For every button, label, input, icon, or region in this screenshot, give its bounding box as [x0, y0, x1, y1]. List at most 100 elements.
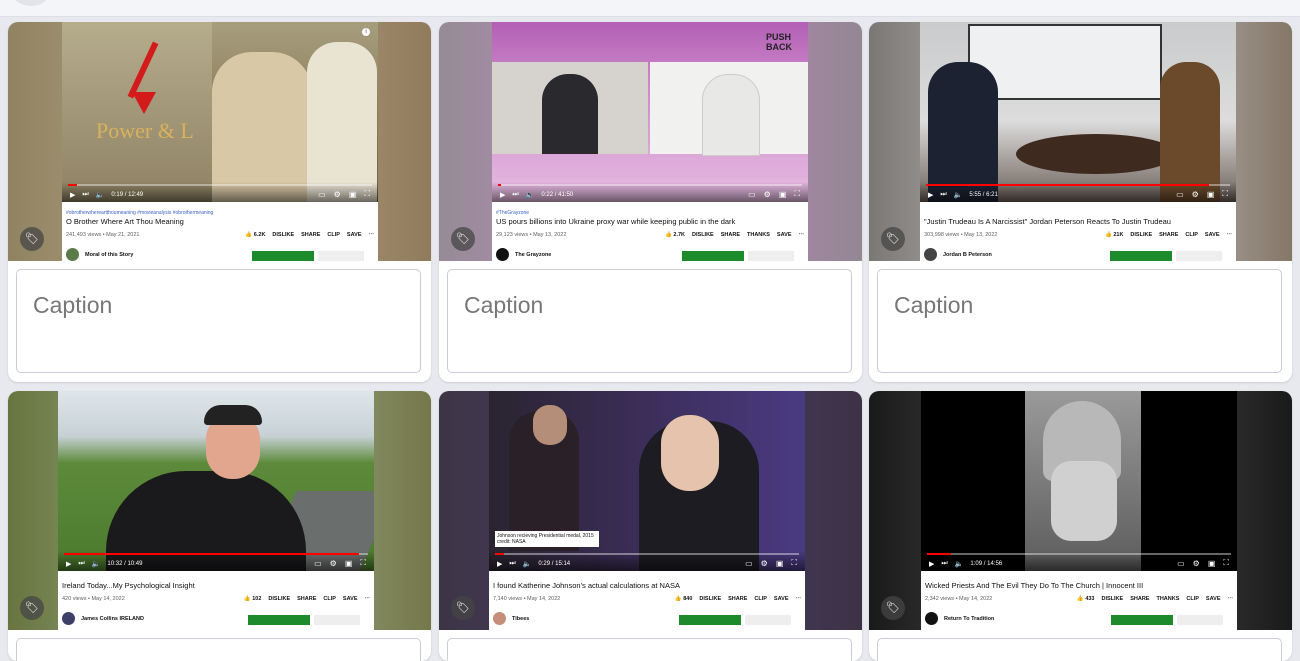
clip-button[interactable]: CLIP: [754, 596, 767, 602]
play-icon[interactable]: ▶: [70, 191, 75, 199]
progress-bar[interactable]: [64, 553, 368, 555]
channel-name[interactable]: Moral of this Story: [85, 252, 133, 258]
clip-button[interactable]: CLIP: [323, 596, 336, 602]
caption-input[interactable]: [16, 638, 421, 661]
next-icon[interactable]: ⏭: [509, 560, 515, 568]
channel-avatar[interactable]: [496, 248, 509, 261]
channel-name[interactable]: The Grayzone: [515, 252, 551, 258]
fullscreen-icon[interactable]: ⛶: [791, 558, 797, 568]
fullscreen-icon[interactable]: ⛶: [360, 558, 366, 568]
channel-name[interactable]: Jordan B Peterson: [943, 252, 992, 258]
dislike-button[interactable]: DISLIKE: [692, 232, 714, 238]
dislike-button[interactable]: DISLIKE: [272, 232, 294, 238]
miniplayer-icon[interactable]: ▣: [779, 190, 787, 199]
gear-icon[interactable]: ⚙: [1193, 559, 1200, 568]
like-button[interactable]: 👍 2.7K: [665, 232, 685, 238]
save-button[interactable]: SAVE: [777, 232, 792, 238]
channel-avatar[interactable]: [66, 248, 79, 261]
like-button[interactable]: 👍 433: [1077, 596, 1095, 602]
more-icon[interactable]: ⋯: [365, 596, 371, 602]
share-button[interactable]: SHARE: [728, 596, 747, 602]
miniplayer-icon[interactable]: ▣: [776, 559, 784, 568]
tag-icon[interactable]: 🏷: [451, 227, 475, 251]
dislike-button[interactable]: DISLIKE: [699, 596, 721, 602]
share-button[interactable]: SHARE: [297, 596, 316, 602]
tag-icon[interactable]: 🏷: [20, 227, 44, 251]
hashtags[interactable]: #obrotherwhereartthoumeaning #movieanaly…: [66, 210, 374, 216]
clip-button[interactable]: CLIP: [1185, 232, 1198, 238]
caption-input[interactable]: Caption: [16, 269, 421, 373]
share-button[interactable]: SHARE: [301, 232, 320, 238]
next-icon[interactable]: ⏭: [512, 191, 518, 199]
more-icon[interactable]: ⋯: [796, 596, 802, 602]
progress-bar[interactable]: [927, 553, 1231, 555]
volume-icon[interactable]: 🔈: [523, 560, 532, 568]
fullscreen-icon[interactable]: ⛶: [1223, 558, 1229, 568]
miniplayer-icon[interactable]: ▣: [349, 190, 357, 199]
tag-icon[interactable]: 🏷: [881, 227, 905, 251]
volume-icon[interactable]: 🔈: [955, 560, 964, 568]
save-button[interactable]: SAVE: [774, 596, 789, 602]
share-button[interactable]: SHARE: [1159, 232, 1178, 238]
dislike-button[interactable]: DISLIKE: [268, 596, 290, 602]
cc-icon[interactable]: ▭: [1176, 190, 1184, 199]
dislike-button[interactable]: DISLIKE: [1102, 596, 1124, 602]
miniplayer-icon[interactable]: ▣: [1207, 190, 1215, 199]
tag-icon[interactable]: 🏷: [20, 596, 44, 620]
channel-name[interactable]: James Collins IRELAND: [81, 616, 144, 622]
volume-icon[interactable]: 🔈: [92, 560, 101, 568]
avatar[interactable]: [14, 0, 48, 6]
thanks-button[interactable]: THANKS: [747, 232, 770, 238]
play-icon[interactable]: ▶: [929, 560, 934, 568]
fullscreen-icon[interactable]: ⛶: [364, 189, 370, 199]
download-button[interactable]: [682, 251, 744, 261]
volume-icon[interactable]: 🔈: [96, 191, 105, 199]
gear-icon[interactable]: ⚙: [334, 190, 341, 199]
download-button[interactable]: [252, 251, 314, 261]
progress-bar[interactable]: [498, 184, 802, 186]
subscribe-button[interactable]: [318, 251, 364, 261]
download-button[interactable]: [679, 615, 741, 625]
play-icon[interactable]: ▶: [497, 560, 502, 568]
gear-icon[interactable]: ⚙: [761, 559, 768, 568]
caption-input[interactable]: Caption: [447, 269, 852, 373]
share-button[interactable]: SHARE: [1130, 596, 1149, 602]
miniplayer-icon[interactable]: ▣: [1208, 559, 1216, 568]
thumbnail[interactable]: ▶ ⏭ 🔈 1:09 / 14:56 ▭ ⚙ ▣ ⛶ Wicked Priests And …: [869, 391, 1292, 630]
cc-icon[interactable]: ▭: [318, 190, 326, 199]
hashtags[interactable]: [924, 210, 1232, 216]
cc-icon[interactable]: ▭: [745, 559, 753, 568]
subscribe-button[interactable]: [314, 615, 360, 625]
progress-bar[interactable]: [495, 553, 799, 555]
like-button[interactable]: 👍 840: [675, 596, 693, 602]
like-button[interactable]: 👍 21K: [1105, 232, 1123, 238]
like-button[interactable]: 👍 6.2K: [245, 232, 265, 238]
tag-icon[interactable]: 🏷: [881, 596, 905, 620]
clip-button[interactable]: CLIP: [1186, 596, 1199, 602]
channel-name[interactable]: Return To Tradition: [944, 616, 994, 622]
clip-button[interactable]: CLIP: [327, 232, 340, 238]
thanks-button[interactable]: THANKS: [1156, 596, 1179, 602]
next-icon[interactable]: ⏭: [82, 191, 88, 199]
channel-avatar[interactable]: [924, 248, 937, 261]
more-icon[interactable]: ⋯: [1227, 232, 1233, 238]
share-button[interactable]: SHARE: [721, 232, 740, 238]
channel-avatar[interactable]: [925, 612, 938, 625]
more-icon[interactable]: ⋯: [799, 232, 805, 238]
next-icon[interactable]: ⏭: [940, 191, 946, 199]
subscribe-button[interactable]: [748, 251, 794, 261]
info-icon[interactable]: i: [362, 28, 370, 36]
save-button[interactable]: SAVE: [1206, 596, 1221, 602]
cc-icon[interactable]: ▭: [314, 559, 322, 568]
progress-bar[interactable]: [926, 184, 1230, 186]
gear-icon[interactable]: ⚙: [1192, 190, 1199, 199]
play-icon[interactable]: ▶: [500, 191, 505, 199]
download-button[interactable]: [248, 615, 310, 625]
cc-icon[interactable]: ▭: [748, 190, 756, 199]
thumbnail[interactable]: ▶ ⏭ 🔈 10:32 / 10:49 ▭ ⚙ ▣ ⛶ Ireland Today...My…: [8, 391, 431, 630]
more-icon[interactable]: ⋯: [369, 232, 375, 238]
thumbnail[interactable]: Johnson recieving Presidential medal, 20…: [439, 391, 862, 630]
progress-bar[interactable]: [68, 184, 372, 186]
caption-input[interactable]: [447, 638, 852, 661]
volume-icon[interactable]: 🔈: [954, 191, 963, 199]
